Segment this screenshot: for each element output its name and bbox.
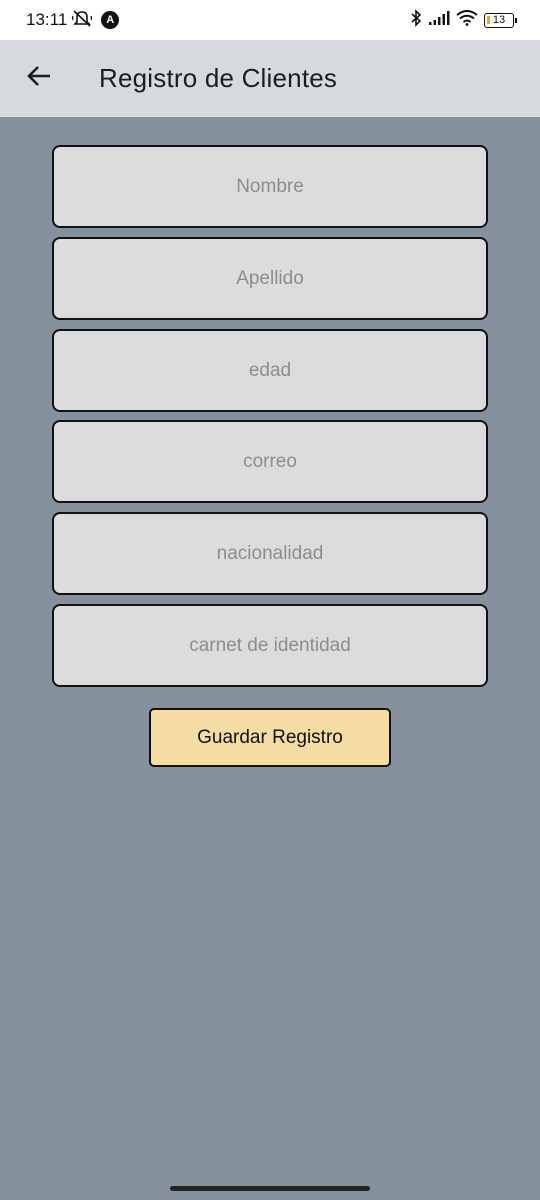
wifi-icon <box>456 9 478 31</box>
edad-field-container <box>52 329 488 412</box>
back-button[interactable] <box>22 60 56 96</box>
bluetooth-icon <box>410 8 422 32</box>
carnet-field-container <box>52 604 488 687</box>
mute-notifications-icon <box>71 9 93 32</box>
save-record-label: Guardar Registro <box>197 726 343 748</box>
correo-field[interactable] <box>54 422 486 501</box>
signal-icon <box>428 10 450 31</box>
carnet-field[interactable] <box>54 606 486 685</box>
status-bar: 13:11 A 13 <box>0 0 540 40</box>
app-notification-icon: A <box>101 11 120 29</box>
arrow-left-icon <box>26 64 52 93</box>
home-indicator[interactable] <box>170 1186 370 1191</box>
nacionalidad-field[interactable] <box>54 514 486 593</box>
status-time: 13:11 <box>26 10 68 29</box>
apellido-field[interactable] <box>54 239 486 318</box>
edad-field[interactable] <box>54 331 486 410</box>
nacionalidad-field-container <box>52 512 488 595</box>
nombre-field-container <box>52 145 488 228</box>
app-bar: Registro de Clientes <box>0 40 540 117</box>
battery-icon: 13 <box>484 12 517 28</box>
battery-level: 13 <box>492 14 506 26</box>
status-right: 13 <box>410 8 517 32</box>
nombre-field[interactable] <box>54 147 486 226</box>
save-record-button[interactable]: Guardar Registro <box>149 708 391 767</box>
page-title: Registro de Clientes <box>99 63 338 93</box>
status-left: 13:11 A <box>26 9 120 32</box>
correo-field-container <box>52 420 488 503</box>
apellido-field-container <box>52 237 488 320</box>
